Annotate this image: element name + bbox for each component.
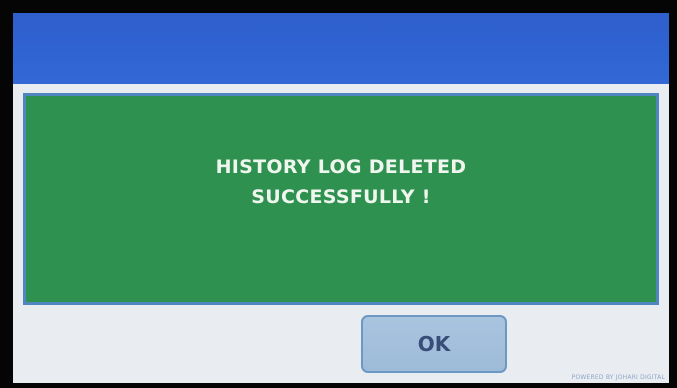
footer-credit: POWERED BY JOHARI DIGITAL — [571, 374, 665, 381]
title-bar — [13, 13, 669, 84]
device-bezel: HISTORY LOG DELETED SUCCESSFULLY ! OK PO… — [0, 0, 677, 388]
status-message: HISTORY LOG DELETED SUCCESSFULLY ! — [26, 152, 656, 212]
message-line-1: HISTORY LOG DELETED — [215, 156, 467, 178]
touch-screen: HISTORY LOG DELETED SUCCESSFULLY ! OK PO… — [13, 13, 669, 383]
message-line-2: SUCCESSFULLY ! — [251, 186, 431, 208]
ok-button[interactable]: OK — [361, 315, 507, 373]
message-panel: HISTORY LOG DELETED SUCCESSFULLY ! — [23, 93, 659, 305]
